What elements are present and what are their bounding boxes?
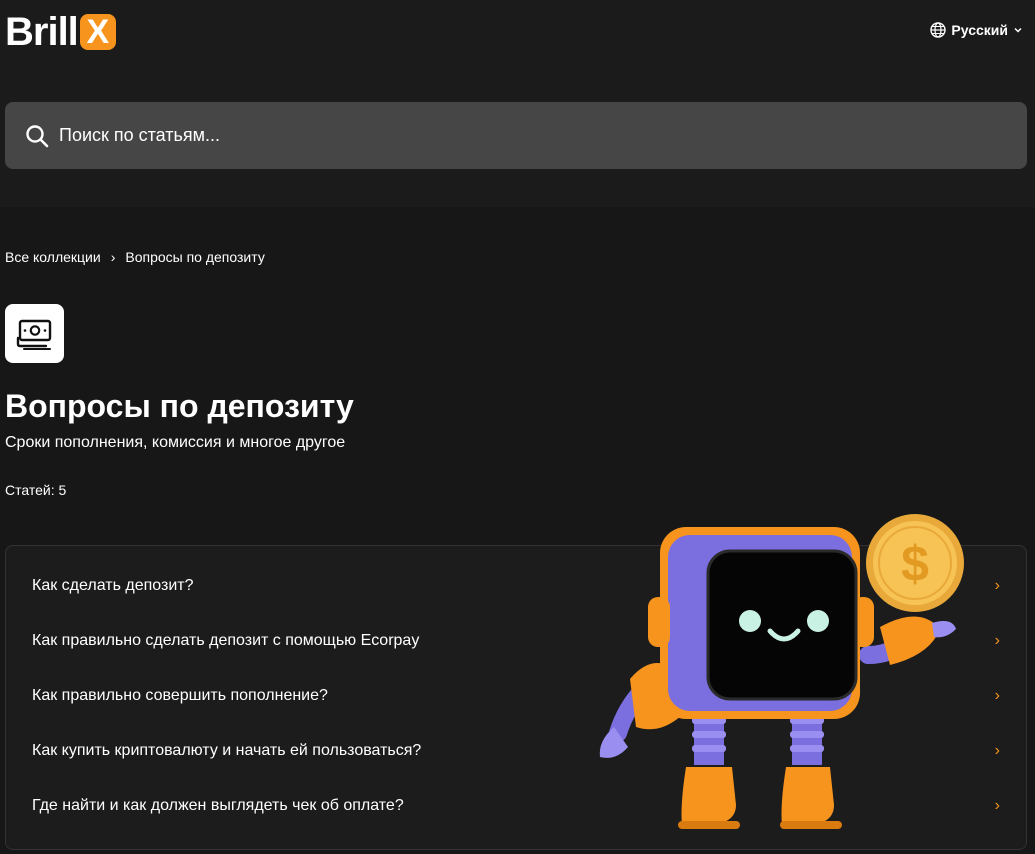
chevron-right-icon: › bbox=[994, 796, 1000, 814]
breadcrumb: Все коллекции › Вопросы по депозиту bbox=[5, 249, 265, 265]
article-title: Как правильно совершить пополнение? bbox=[32, 686, 328, 704]
chevron-right-icon: › bbox=[994, 686, 1000, 704]
logo-x-badge: X bbox=[79, 14, 116, 50]
article-count: Статей: 5 bbox=[5, 482, 67, 498]
article-link[interactable]: Как правильно сделать депозит с помощью … bbox=[6, 613, 1026, 668]
article-link[interactable]: Как сделать депозит? › bbox=[6, 558, 1026, 613]
collection-title: Вопросы по депозиту bbox=[5, 388, 354, 424]
search-icon bbox=[26, 124, 49, 147]
article-link[interactable]: Как купить криптовалюту и начать ей поль… bbox=[6, 723, 1026, 778]
search-input[interactable] bbox=[57, 114, 961, 157]
logo-text: Brill bbox=[5, 10, 79, 54]
search-bar[interactable] bbox=[5, 102, 1027, 169]
article-title: Как купить криптовалюту и начать ей поль… bbox=[32, 741, 422, 759]
chevron-down-icon bbox=[1014, 27, 1022, 33]
language-selector[interactable]: Русский bbox=[930, 22, 1023, 38]
collection-icon bbox=[5, 304, 64, 363]
header: Brill X Русский bbox=[0, 0, 1035, 207]
chevron-right-icon: › bbox=[994, 631, 1000, 649]
globe-icon bbox=[930, 22, 947, 38]
collection-description: Сроки пополнения, комиссия и многое друг… bbox=[5, 434, 346, 451]
breadcrumb-current: Вопросы по депозиту bbox=[125, 249, 265, 265]
article-title: Как сделать депозит? bbox=[32, 576, 194, 594]
language-label: Русский bbox=[951, 22, 1008, 38]
breadcrumb-all-collections[interactable]: Все коллекции bbox=[5, 249, 101, 265]
article-title: Как правильно сделать депозит с помощью … bbox=[32, 631, 420, 649]
brillx-logo[interactable]: Brill X bbox=[5, 12, 116, 52]
chevron-right-icon: › bbox=[994, 741, 1000, 759]
chevron-right-icon: › bbox=[994, 576, 1000, 594]
article-list: Как сделать депозит? › Как правильно сде… bbox=[5, 545, 1027, 850]
article-link[interactable]: Где найти и как должен выглядеть чек об … bbox=[6, 778, 1026, 833]
money-icon bbox=[16, 319, 51, 350]
article-title: Где найти и как должен выглядеть чек об … bbox=[32, 796, 404, 814]
breadcrumb-separator: › bbox=[110, 249, 116, 265]
article-link[interactable]: Как правильно совершить пополнение? › bbox=[6, 668, 1026, 723]
